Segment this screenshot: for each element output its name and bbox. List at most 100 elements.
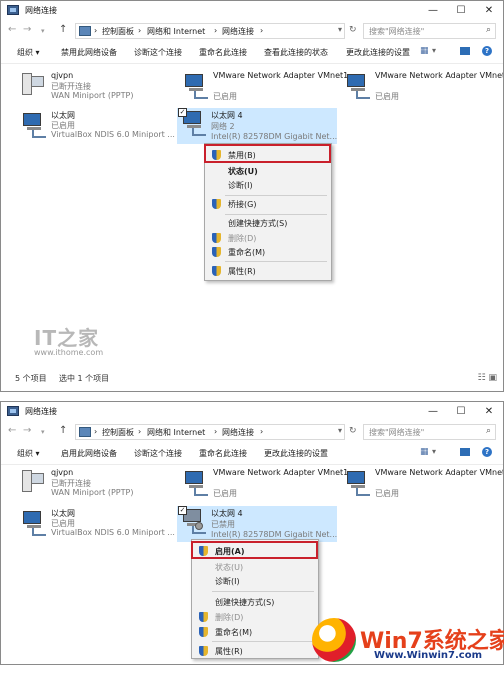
network-connections-window-1: 网络连接 — ☐ ✕ ← → ▾ ↑ › 控制面板 › 网络和 Internet… — [0, 0, 504, 392]
network-adapter-icon — [181, 469, 209, 497]
connection-name: 以太网 4 — [211, 509, 243, 518]
back-arrow-icon[interactable]: ← — [8, 425, 16, 436]
menu-item-diagnose[interactable]: 诊断(I) — [206, 177, 330, 193]
search-icon[interactable]: ⌕ — [486, 25, 491, 35]
minimize-button[interactable]: — — [419, 402, 447, 422]
vpn-connection-icon — [19, 72, 47, 100]
menu-separator — [225, 261, 327, 262]
connection-item-qjvpn[interactable]: qjvpn 已断开连接 WAN Miniport (PPTP) — [17, 71, 177, 103]
connection-item-ethernet[interactable]: 以太网 已启用 VirtualBox NDIS 6.0 Miniport ... — [17, 110, 177, 142]
up-arrow-icon[interactable]: ↑ — [59, 24, 67, 35]
address-dropdown-icon[interactable]: ▾ — [338, 426, 342, 435]
rename-connection-button[interactable]: 重命名此连接 — [199, 47, 247, 58]
connection-item-ethernet[interactable]: 以太网 已启用 VirtualBox NDIS 6.0 Miniport ... — [17, 508, 177, 540]
maximize-button[interactable]: ☐ — [447, 402, 475, 422]
highlight-box — [191, 541, 318, 559]
refresh-icon[interactable]: ↻ — [349, 426, 357, 436]
breadcrumb-separator-icon[interactable]: › — [260, 26, 263, 35]
uac-shield-icon — [212, 266, 221, 276]
back-arrow-icon[interactable]: ← — [8, 24, 16, 35]
menu-item-diagnose[interactable]: 诊断(I) — [193, 573, 317, 589]
address-bar[interactable]: › 控制面板 › 网络和 Internet › 网络连接 › ▾ — [75, 424, 345, 440]
rename-connection-button[interactable]: 重命名此连接 — [199, 448, 247, 459]
breadcrumb-control-panel[interactable]: 控制面板 — [102, 26, 134, 37]
view-mode-icon[interactable]: ☷ ▣ — [478, 373, 497, 383]
change-settings-button[interactable]: 更改此连接的设置 — [264, 448, 328, 459]
address-row: ← → ▾ ↑ › 控制面板 › 网络和 Internet › 网络连接 › ▾… — [1, 21, 503, 43]
recent-locations-chevron-icon[interactable]: ▾ — [41, 27, 45, 35]
menu-item-properties[interactable]: 属性(R) — [193, 643, 317, 659]
address-dropdown-icon[interactable]: ▾ — [338, 25, 342, 34]
organize-menu-button[interactable]: 组织 ▾ — [17, 448, 40, 459]
menu-separator — [212, 591, 314, 592]
preview-pane-icon[interactable] — [460, 47, 470, 55]
recent-locations-chevron-icon[interactable]: ▾ — [41, 428, 45, 436]
uac-shield-icon — [199, 646, 208, 656]
address-row: ← → ▾ ↑ › 控制面板 › 网络和 Internet › 网络连接 › ▾… — [1, 422, 503, 444]
breadcrumb-separator-icon[interactable]: › — [260, 427, 263, 436]
help-icon[interactable]: ? — [482, 447, 492, 457]
connection-item-vmnet1[interactable]: VMware Network Adapter VMnet1 已启用 — [179, 71, 348, 103]
command-bar: 组织 ▾ 禁用此网络设备 诊断这个连接 重命名此连接 查看此连接的状态 更改此连… — [1, 43, 503, 64]
brand-logo-url: Www.Winwin7.com — [374, 650, 483, 661]
disable-device-button[interactable]: 禁用此网络设备 — [61, 47, 117, 58]
breadcrumb-separator-icon[interactable]: › — [138, 427, 141, 436]
selected-count: 选中 1 个项目 — [59, 374, 110, 383]
breadcrumb-separator-icon[interactable]: › — [94, 427, 97, 436]
menu-item-create-shortcut[interactable]: 创建快捷方式(S) — [193, 594, 317, 610]
change-view-icon[interactable]: ▦ — [420, 447, 430, 457]
breadcrumb-separator-icon[interactable]: › — [138, 26, 141, 35]
breadcrumb-separator-icon[interactable]: › — [214, 26, 217, 35]
view-dropdown-icon[interactable]: ▾ — [432, 447, 436, 456]
network-folder-icon — [7, 5, 19, 15]
breadcrumb-network-internet[interactable]: 网络和 Internet — [147, 427, 205, 438]
title-bar[interactable]: 网络连接 — ☐ ✕ — [1, 1, 503, 21]
search-input[interactable]: 搜索"网络连接" ⌕ — [363, 424, 496, 440]
preview-pane-icon[interactable] — [460, 448, 470, 456]
view-dropdown-icon[interactable]: ▾ — [432, 46, 436, 55]
breadcrumb-network-connections[interactable]: 网络连接 — [222, 427, 254, 438]
title-bar[interactable]: 网络连接 — ☐ ✕ — [1, 402, 503, 422]
breadcrumb-network-connections[interactable]: 网络连接 — [222, 26, 254, 37]
maximize-button[interactable]: ☐ — [447, 1, 475, 21]
menu-separator — [212, 641, 314, 642]
minimize-button[interactable]: — — [419, 1, 447, 21]
menu-item-rename[interactable]: 重命名(M) — [206, 244, 330, 260]
connection-name: VMware Network Adapter VMnet8 — [375, 71, 504, 80]
connection-item-qjvpn[interactable]: qjvpn 已断开连接 WAN Miniport (PPTP) — [17, 468, 177, 500]
connection-item-vmnet8[interactable]: VMware Network Adapter VMnet8 已启用 — [341, 71, 504, 103]
search-icon[interactable]: ⌕ — [486, 426, 491, 436]
view-status-button[interactable]: 查看此连接的状态 — [264, 47, 328, 58]
network-adapter-icon — [343, 72, 371, 100]
menu-item-create-shortcut[interactable]: 创建快捷方式(S) — [206, 215, 330, 231]
forward-arrow-icon[interactable]: → — [23, 24, 31, 35]
breadcrumb-separator-icon[interactable]: › — [214, 427, 217, 436]
address-bar[interactable]: › 控制面板 › 网络和 Internet › 网络连接 › ▾ — [75, 23, 345, 39]
connection-item-vmnet8[interactable]: VMware Network Adapter VMnet8 已启用 — [341, 468, 503, 500]
change-settings-button[interactable]: 更改此连接的设置 — [346, 47, 410, 58]
diagnose-connection-button[interactable]: 诊断这个连接 — [134, 47, 182, 58]
connection-item-ethernet-4[interactable]: ✓ 以太网 4 已禁用 Intel(R) 82578DM Gigabit Net… — [177, 506, 337, 542]
refresh-icon[interactable]: ↻ — [349, 25, 357, 35]
menu-item-rename[interactable]: 重命名(M) — [193, 624, 317, 640]
close-button[interactable]: ✕ — [475, 402, 503, 422]
menu-item-bridge[interactable]: 桥接(G) — [206, 196, 330, 212]
control-panel-icon — [79, 26, 91, 36]
enable-device-button[interactable]: 启用此网络设备 — [61, 448, 117, 459]
connection-item-ethernet-4[interactable]: ✓ 以太网 4 网络 2 Intel(R) 82578DM Gigabit Ne… — [177, 108, 337, 144]
connection-item-vmnet1[interactable]: VMware Network Adapter VMnet1 已启用 — [179, 468, 348, 500]
search-input[interactable]: 搜索"网络连接" ⌕ — [363, 23, 496, 39]
breadcrumb-network-internet[interactable]: 网络和 Internet — [147, 26, 205, 37]
menu-item-delete[interactable]: 删除(D) — [193, 609, 317, 625]
diagnose-connection-button[interactable]: 诊断这个连接 — [134, 448, 182, 459]
organize-menu-button[interactable]: 组织 ▾ — [17, 47, 40, 58]
breadcrumb-separator-icon[interactable]: › — [94, 26, 97, 35]
win7-logo-icon — [312, 618, 356, 662]
menu-item-properties[interactable]: 属性(R) — [206, 263, 330, 279]
up-arrow-icon[interactable]: ↑ — [59, 425, 67, 436]
breadcrumb-control-panel[interactable]: 控制面板 — [102, 427, 134, 438]
help-icon[interactable]: ? — [482, 46, 492, 56]
close-button[interactable]: ✕ — [475, 1, 503, 21]
forward-arrow-icon[interactable]: → — [23, 425, 31, 436]
change-view-icon[interactable]: ▦ — [420, 46, 430, 56]
